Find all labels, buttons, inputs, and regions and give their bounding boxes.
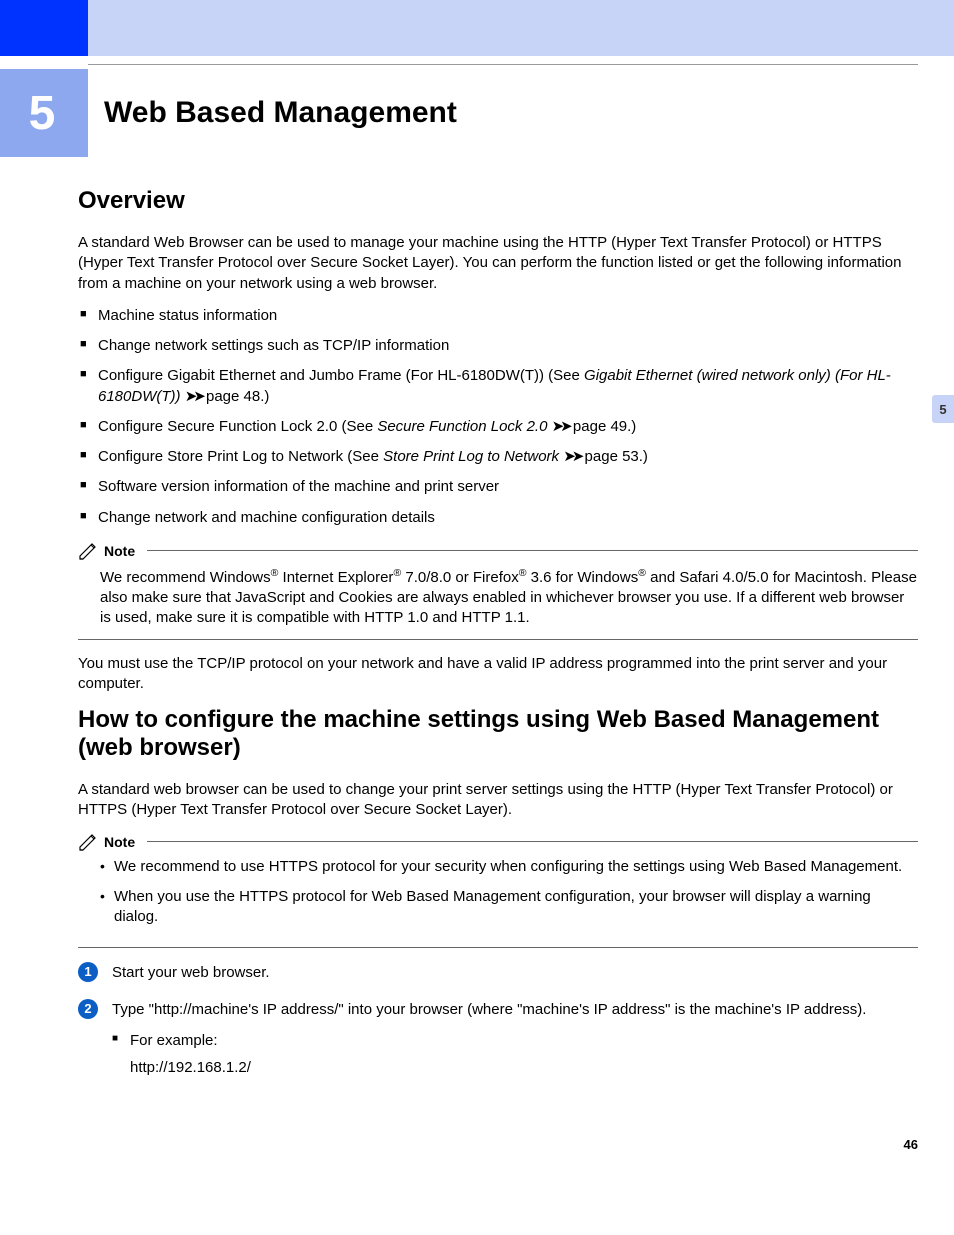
side-chapter-tab[interactable]: 5 [932,395,954,423]
note-label: Note [104,834,135,850]
bullet-item: Configure Secure Function Lock 2.0 (See … [78,417,918,437]
bullet-text-post: page 53.) [580,448,648,465]
note-rule [147,550,918,551]
overview-closing: You must use the TCP/IP protocol on your… [78,654,918,695]
step-number-badge: 1 [78,962,98,982]
step-text: Type "http://machine's IP address/" into… [112,1001,866,1018]
overview-heading: Overview [78,187,918,215]
note-icon [78,833,98,851]
howto-heading: How to configure the machine settings us… [78,706,918,762]
howto-steps: 1 Start your web browser. 2 Type "http:/… [78,962,918,1078]
bullet-text: Configure Secure Function Lock 2.0 (See [98,418,377,435]
bullet-text-post: page 49.) [569,418,637,435]
overview-intro: A standard Web Browser can be used to ma… [78,233,918,294]
arrow-icon: ➤➤ [185,388,202,405]
step-item: 2 Type "http://machine's IP address/" in… [78,999,918,1078]
bullet-item: Configure Gigabit Ethernet and Jumbo Fra… [78,366,918,407]
note-body: We recommend Windows® Internet Explorer®… [78,566,918,629]
header-strip [0,0,954,56]
step-text: Start your web browser. [112,964,270,981]
bullet-text: Configure Gigabit Ethernet and Jumbo Fra… [98,367,584,384]
chapter-header: 5 Web Based Management [88,64,918,157]
step-item: 1 Start your web browser. [78,962,918,983]
arrow-icon: ➤➤ [563,448,580,465]
note-header: Note [78,833,918,851]
note-block: Note We recommend Windows® Internet Expl… [78,542,918,640]
note-block: Note We recommend to use HTTPS protocol … [78,833,918,949]
note-body: We recommend to use HTTPS protocol for y… [78,857,918,928]
overview-bullet-list: Machine status information Change networ… [78,306,918,528]
bullet-item: Change network and machine configuration… [78,508,918,528]
chapter-number-tab: 5 [0,69,88,157]
note-header: Note [78,542,918,560]
cross-ref-link[interactable]: Store Print Log to Network [383,448,559,465]
note-label: Note [104,543,135,559]
page-content: Overview A standard Web Browser can be u… [0,157,954,1174]
header-accent-light [88,0,954,56]
arrow-icon: ➤➤ [552,418,569,435]
bullet-item: Change network settings such as TCP/IP i… [78,336,918,356]
howto-intro: A standard web browser can be used to ch… [78,780,918,821]
bullet-item: Configure Store Print Log to Network (Se… [78,447,918,467]
note-bullet: When you use the HTTPS protocol for Web … [100,887,918,928]
bullet-item: Software version information of the mach… [78,477,918,497]
note-rule [147,841,918,842]
example-url: http://192.168.1.2/ [130,1057,918,1078]
note-icon [78,542,98,560]
bullet-text-post: page 48.) [202,388,270,405]
page-number: 46 [904,1137,918,1152]
bullet-item: Machine status information [78,306,918,326]
bullet-text: Configure Store Print Log to Network (Se… [98,448,383,465]
step-number-badge: 2 [78,999,98,1019]
cross-ref-link[interactable]: Secure Function Lock 2.0 [377,418,547,435]
header-accent-blue [0,0,88,56]
example-label: For example: [112,1030,918,1051]
chapter-title: Web Based Management [104,96,457,130]
note-bullet: We recommend to use HTTPS protocol for y… [100,857,918,877]
